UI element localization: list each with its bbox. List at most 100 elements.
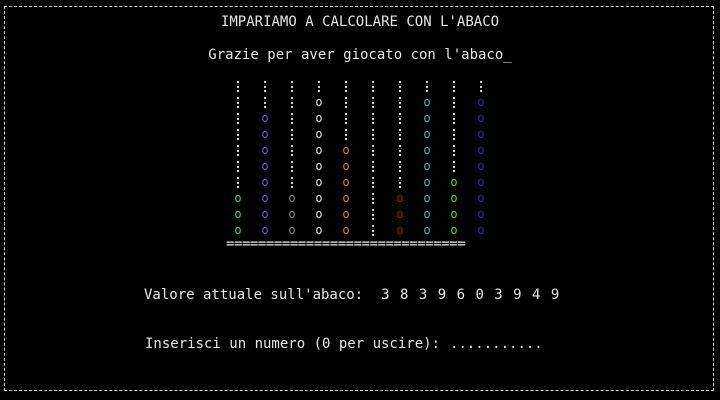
abacus: oooooooooooooooooooooooooooooooooooooooo… <box>229 78 491 238</box>
abacus-rod-segment <box>426 81 431 92</box>
abacus-rod-segment <box>291 129 296 140</box>
abacus-rod-segment <box>237 97 242 108</box>
abacus-rod-segment <box>453 113 458 124</box>
abacus-rod-segment <box>264 97 269 108</box>
abacus-bead: o <box>423 175 431 189</box>
abacus-rod-segment <box>453 145 458 156</box>
abacus-rod-segment <box>372 145 377 156</box>
abacus-rod-segment <box>372 97 377 108</box>
abacus-bead: o <box>477 159 485 173</box>
abacus-bead: o <box>288 191 296 205</box>
abacus-rod-segment <box>453 161 458 172</box>
abacus-rod-segment <box>345 129 350 140</box>
abacus-bead: o <box>342 143 350 157</box>
abacus-bead: o <box>477 191 485 205</box>
abacus-bead: o <box>396 207 404 221</box>
abacus-rod-segment <box>399 161 404 172</box>
abacus-rod-segment <box>291 177 296 188</box>
abacus-bead: o <box>423 111 431 125</box>
abacus-bead: o <box>423 191 431 205</box>
abacus-base: ============================== <box>226 236 466 252</box>
abacus-rod-segment <box>291 161 296 172</box>
abacus-rod-segment <box>453 97 458 108</box>
abacus-rod-segment <box>453 129 458 140</box>
abacus-rod-segment <box>291 113 296 124</box>
abacus-rod-segment <box>399 113 404 124</box>
abacus-rod-segment <box>345 97 350 108</box>
number-prompt: Inserisci un numero (0 per uscire):.....… <box>145 336 543 352</box>
abacus-rod-segment <box>264 81 269 92</box>
abacus-rod-segment <box>237 145 242 156</box>
abacus-rod-segment <box>291 145 296 156</box>
abacus-bead: o <box>315 143 323 157</box>
abacus-bead: o <box>261 127 269 141</box>
abacus-bead: o <box>261 159 269 173</box>
abacus-bead: o <box>288 207 296 221</box>
abacus-bead: o <box>315 95 323 109</box>
abacus-rod-segment <box>291 97 296 108</box>
abacus-bead: o <box>261 111 269 125</box>
abacus-bead: o <box>423 95 431 109</box>
abacus-rod-segment <box>345 113 350 124</box>
abacus-rod-segment <box>237 81 242 92</box>
abacus-bead: o <box>477 95 485 109</box>
abacus-rod-segment <box>453 81 458 92</box>
abacus-rod-segment <box>480 81 485 92</box>
abacus-rod-segment <box>399 129 404 140</box>
abacus-bead: o <box>315 111 323 125</box>
abacus-rod-segment <box>237 113 242 124</box>
abacus-bead: o <box>261 143 269 157</box>
abacus-bead: o <box>423 127 431 141</box>
abacus-bead: o <box>450 191 458 205</box>
current-value-label: Valore attuale sull'abaco: <box>144 287 364 303</box>
abacus-bead: o <box>450 175 458 189</box>
current-value-digits: 3 8 3 9 6 0 3 9 4 9 <box>381 287 561 303</box>
abacus-bead: o <box>477 175 485 189</box>
abacus-bead: o <box>477 111 485 125</box>
abacus-bead: o <box>261 175 269 189</box>
abacus-bead: o <box>342 191 350 205</box>
abacus-rod-segment <box>372 113 377 124</box>
abacus-rod-segment <box>399 177 404 188</box>
abacus-rod-segment <box>237 161 242 172</box>
abacus-bead: o <box>315 127 323 141</box>
abacus-rod-segment <box>318 81 323 92</box>
abacus-rod-segment <box>237 177 242 188</box>
abacus-rod-segment <box>372 209 377 220</box>
abacus-rod-segment <box>372 81 377 92</box>
abacus-bead: o <box>477 223 485 237</box>
abacus-bead: o <box>315 159 323 173</box>
abacus-rod-segment <box>399 81 404 92</box>
abacus-bead: o <box>315 175 323 189</box>
abacus-bead: o <box>450 207 458 221</box>
goodbye-message: Grazie per aver giocato con l'abaco_ <box>208 47 512 63</box>
abacus-rod-segment <box>372 129 377 140</box>
abacus-bead: o <box>477 127 485 141</box>
abacus-bead: o <box>342 207 350 221</box>
abacus-rod-segment <box>372 193 377 204</box>
abacus-bead: o <box>261 191 269 205</box>
abacus-bead: o <box>261 207 269 221</box>
abacus-bead: o <box>477 207 485 221</box>
abacus-rod-segment <box>291 81 296 92</box>
abacus-bead: o <box>396 191 404 205</box>
number-input[interactable]: ........... <box>450 336 543 352</box>
abacus-rod-segment <box>345 81 350 92</box>
abacus-bead: o <box>234 191 242 205</box>
abacus-bead: o <box>423 159 431 173</box>
abacus-bead: o <box>342 175 350 189</box>
abacus-rod-segment <box>372 161 377 172</box>
abacus-bead: o <box>315 191 323 205</box>
abacus-rod-segment <box>237 129 242 140</box>
abacus-bead: o <box>342 159 350 173</box>
abacus-bead: o <box>477 143 485 157</box>
abacus-rod-segment <box>372 177 377 188</box>
current-value-line: Valore attuale sull'abaco: 3 8 3 9 6 0 3 … <box>144 287 560 303</box>
abacus-bead: o <box>423 207 431 221</box>
abacus-rod-segment <box>372 225 377 236</box>
abacus-bead: o <box>423 143 431 157</box>
abacus-bead: o <box>234 207 242 221</box>
abacus-rod-segment <box>399 145 404 156</box>
page-title: IMPARIAMO A CALCOLARE CON L'ABACO <box>220 14 500 30</box>
abacus-bead: o <box>315 207 323 221</box>
